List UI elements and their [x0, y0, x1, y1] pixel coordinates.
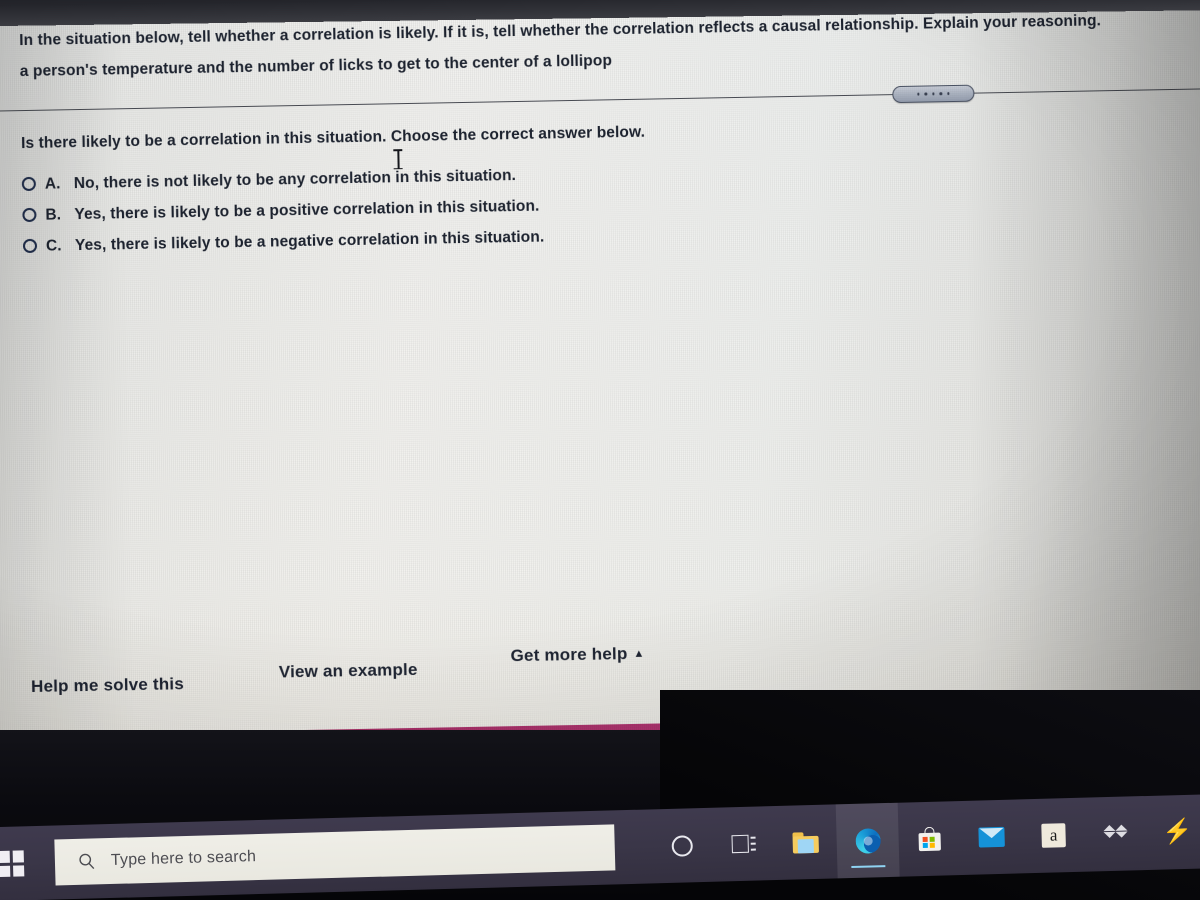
file-explorer-icon [792, 831, 819, 854]
microsoft-store-icon [918, 826, 941, 852]
mail-icon [978, 826, 1005, 848]
taskbar-item-microsoft-edge[interactable] [835, 802, 900, 879]
search-icon [79, 853, 95, 870]
section-divider [0, 79, 1200, 119]
monitor-screen: In the situation below, tell whether a c… [0, 0, 1200, 789]
amazon-icon: a [1041, 823, 1066, 848]
lightning-icon: ⚡ [1162, 818, 1193, 846]
taskbar-item-lightning[interactable]: ⚡ [1146, 794, 1200, 870]
text-cursor-icon [393, 148, 403, 170]
option-letter-c: C. [45, 237, 62, 255]
choose-answer-instruction: Is there likely to be a correlation in t… [20, 123, 646, 153]
get-more-help-label: Get more help [510, 644, 628, 666]
radio-button-c[interactable] [22, 238, 38, 254]
taskbar-item-amazon[interactable]: a [1022, 798, 1086, 874]
option-letter-a: A. [44, 175, 61, 193]
taskbar-pinned-items: a ⚡ [650, 794, 1200, 883]
microsoft-edge-icon [854, 827, 881, 854]
task-view-icon [731, 834, 756, 854]
caret-up-icon: ▲ [633, 647, 645, 660]
radio-button-a[interactable] [21, 176, 36, 192]
taskbar-item-task-view[interactable] [712, 806, 776, 882]
radio-button-b[interactable] [22, 207, 37, 223]
start-button[interactable] [0, 825, 60, 900]
answer-options-list: A. No, there is not likely to be any cor… [21, 147, 1200, 262]
taskbar-item-microsoft-store[interactable] [898, 801, 962, 877]
search-placeholder-text: Type here to search [110, 848, 257, 870]
divider-line [0, 87, 1200, 112]
taskbar-item-mail[interactable] [960, 799, 1024, 875]
dropbox-icon [1103, 823, 1128, 846]
taskbar-search-input[interactable]: Type here to search [54, 824, 616, 886]
question-panel: In the situation below, tell whether a c… [0, 3, 1200, 262]
help-me-solve-this-link[interactable]: Help me solve this [31, 674, 184, 697]
get-more-help-link[interactable]: Get more help ▲ [510, 644, 644, 666]
option-letter-b: B. [45, 206, 62, 224]
taskbar-item-dropbox[interactable] [1084, 796, 1148, 872]
windows-start-icon [0, 850, 25, 878]
view-an-example-link[interactable]: View an example [279, 660, 418, 683]
taskbar-item-cortana[interactable] [650, 808, 714, 884]
horizontal-grip-dots-icon[interactable] [892, 84, 975, 104]
screen-photo: In the situation below, tell whether a c… [0, 0, 1200, 900]
taskbar-item-file-explorer[interactable] [774, 804, 838, 880]
cortana-icon [670, 834, 693, 857]
